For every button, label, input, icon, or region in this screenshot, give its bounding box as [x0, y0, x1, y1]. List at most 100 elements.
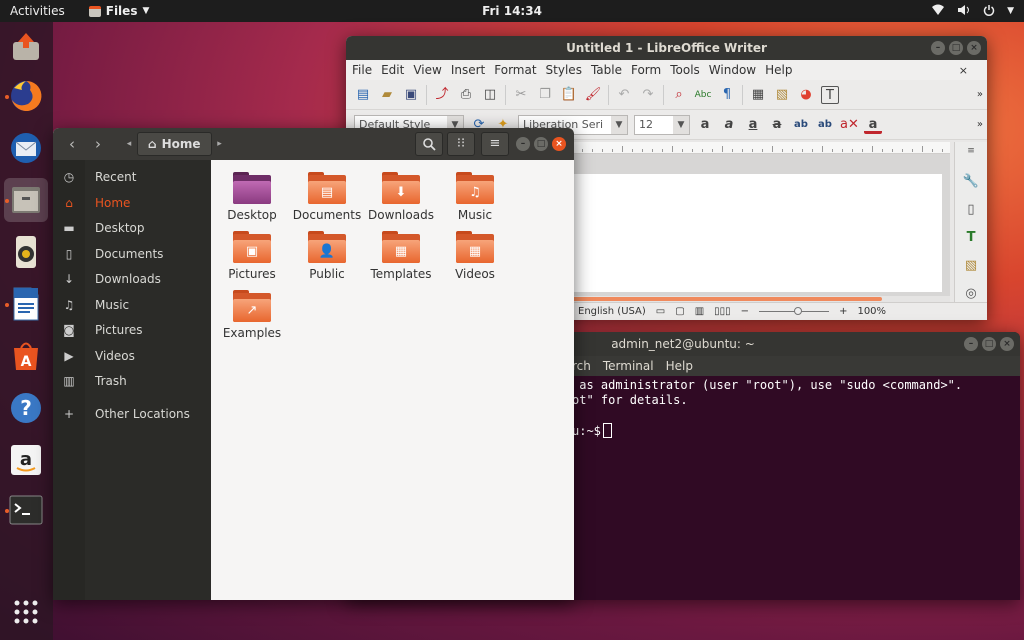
insert-table-icon[interactable]: ▦: [749, 86, 767, 104]
export-pdf-icon[interactable]: ⤴: [433, 86, 451, 104]
dock-files[interactable]: [4, 178, 48, 222]
menu-terminal[interactable]: Terminal: [603, 359, 654, 373]
folder-item-music[interactable]: ♫ Music: [439, 166, 511, 224]
insert-mode-icon[interactable]: ▭: [656, 306, 665, 317]
clock[interactable]: Fri 14:34: [0, 4, 1024, 18]
folder-item-desktop[interactable]: Desktop: [216, 166, 288, 224]
folder-item-examples[interactable]: ↗ Examples: [216, 284, 288, 342]
paste-icon[interactable]: 📋: [560, 86, 578, 104]
menu-form[interactable]: Form: [631, 63, 661, 77]
print-icon[interactable]: ⎙: [457, 86, 475, 104]
sidebar-item-videos[interactable]: ▶ Videos: [53, 343, 211, 368]
strikethrough-icon[interactable]: a: [768, 116, 786, 134]
view-options-button[interactable]: ⁝⁝: [447, 132, 475, 156]
dock-thunderbird[interactable]: [4, 126, 48, 170]
redo-icon[interactable]: ↷: [639, 86, 657, 104]
cut-icon[interactable]: ✂: [512, 86, 530, 104]
properties-icon[interactable]: 🔧: [961, 174, 981, 194]
dock-help[interactable]: ?: [4, 386, 48, 430]
sidebar-item-desktop[interactable]: ▬ Desktop: [53, 215, 211, 240]
sidebar-item-music[interactable]: ♫ Music: [53, 292, 211, 317]
gallery-icon[interactable]: ▧: [961, 258, 981, 278]
menu-format[interactable]: Format: [494, 63, 536, 77]
sidebar-item-other-locations[interactable]: + Other Locations: [53, 401, 211, 426]
system-tray[interactable]: ▼: [931, 4, 1014, 19]
sidebar-item-downloads[interactable]: ↓ Downloads: [53, 266, 211, 291]
maximize-button[interactable]: □: [534, 137, 548, 151]
path-left-arrow[interactable]: ◂: [121, 139, 137, 149]
activities-button[interactable]: Activities: [10, 4, 65, 18]
close-button[interactable]: ×: [552, 137, 566, 151]
sidebar-item-documents[interactable]: ▯ Documents: [53, 241, 211, 266]
find-replace-icon[interactable]: ⌕: [670, 86, 688, 104]
scrollbar-thumb[interactable]: [572, 297, 882, 301]
menu-help[interactable]: Help: [765, 63, 792, 77]
page-icon[interactable]: ▯: [961, 202, 981, 222]
document-modified-icon[interactable]: ▥: [695, 306, 704, 317]
dock-software[interactable]: A: [4, 334, 48, 378]
menu-tools[interactable]: Tools: [670, 63, 700, 77]
dock-terminal[interactable]: [4, 488, 48, 532]
dock-rhythmbox[interactable]: [4, 230, 48, 274]
close-document-button[interactable]: ×: [959, 64, 968, 77]
bold-icon[interactable]: a: [696, 116, 714, 134]
underline-icon[interactable]: a: [744, 116, 762, 134]
menu-button[interactable]: ≡: [481, 132, 509, 156]
sidebar-item-trash[interactable]: ▥ Trash: [53, 368, 211, 393]
path-crumb-home[interactable]: ⌂ Home: [137, 132, 212, 156]
menu-styles[interactable]: Styles: [546, 63, 582, 77]
minimize-button[interactable]: –: [516, 137, 530, 151]
spelling-icon[interactable]: Abc: [694, 86, 712, 104]
selection-mode-icon[interactable]: ▢: [675, 306, 684, 317]
minimize-button[interactable]: –: [931, 41, 945, 55]
copy-icon[interactable]: ❐: [536, 86, 554, 104]
maximize-button[interactable]: □: [949, 41, 963, 55]
menu-table[interactable]: Table: [591, 63, 622, 77]
close-button[interactable]: ×: [1000, 337, 1014, 351]
sidebar-item-pictures[interactable]: ◙ Pictures: [53, 317, 211, 342]
folder-item-templates[interactable]: ▦ Templates: [365, 225, 437, 283]
forward-button[interactable]: ›: [85, 133, 111, 155]
styles-icon[interactable]: T: [961, 230, 981, 250]
open-folder-icon[interactable]: ▰: [378, 86, 396, 104]
app-menu-button[interactable]: Files ▼: [88, 4, 149, 18]
zoom-in-icon[interactable]: +: [839, 306, 847, 317]
language-status[interactable]: English (USA): [578, 306, 646, 317]
toolbar-overflow-icon[interactable]: »: [977, 119, 983, 130]
menu-search[interactable]: rch: [572, 359, 591, 373]
menu-window[interactable]: Window: [709, 63, 756, 77]
folder-item-videos[interactable]: ▦ Videos: [439, 225, 511, 283]
superscript-icon[interactable]: ab: [792, 116, 810, 134]
writer-titlebar[interactable]: Untitled 1 - LibreOffice Writer – □ ×: [346, 36, 987, 60]
zoom-slider[interactable]: [759, 307, 830, 315]
close-button[interactable]: ×: [967, 41, 981, 55]
menu-file[interactable]: File: [352, 63, 372, 77]
menu-edit[interactable]: Edit: [381, 63, 404, 77]
zoom-out-icon[interactable]: −: [741, 306, 749, 317]
zoom-level[interactable]: 100%: [857, 306, 886, 317]
menu-help[interactable]: Help: [666, 359, 693, 373]
horizontal-ruler[interactable]: [572, 142, 950, 154]
folder-item-documents[interactable]: ▤ Documents: [291, 166, 363, 224]
back-button[interactable]: ‹: [59, 133, 85, 155]
folder-item-pictures[interactable]: ▣ Pictures: [216, 225, 288, 283]
menu-view[interactable]: View: [413, 63, 441, 77]
folder-item-public[interactable]: 👤 Public: [291, 225, 363, 283]
sidebar-item-home[interactable]: ⌂ Home: [53, 190, 211, 215]
dock-show-applications[interactable]: [4, 590, 48, 634]
formatting-marks-icon[interactable]: ¶: [718, 86, 736, 104]
dock-software-updater[interactable]: [4, 26, 48, 70]
print-preview-icon[interactable]: ◫: [481, 86, 499, 104]
font-size-combo[interactable]: 12 ▼: [634, 114, 690, 135]
save-icon[interactable]: ▣: [402, 86, 420, 104]
search-button[interactable]: [415, 132, 443, 156]
toolbar-overflow-icon[interactable]: »: [977, 89, 983, 100]
italic-icon[interactable]: a: [720, 116, 738, 134]
subscript-icon[interactable]: ab: [816, 116, 834, 134]
clone-formatting-icon[interactable]: 🖌: [584, 86, 602, 104]
view-layout-icon[interactable]: ▯▯▯: [714, 306, 731, 317]
menu-insert[interactable]: Insert: [451, 63, 485, 77]
insert-textbox-icon[interactable]: T: [821, 85, 839, 104]
insert-chart-icon[interactable]: ◕: [797, 86, 815, 104]
dock-writer[interactable]: [4, 282, 48, 326]
